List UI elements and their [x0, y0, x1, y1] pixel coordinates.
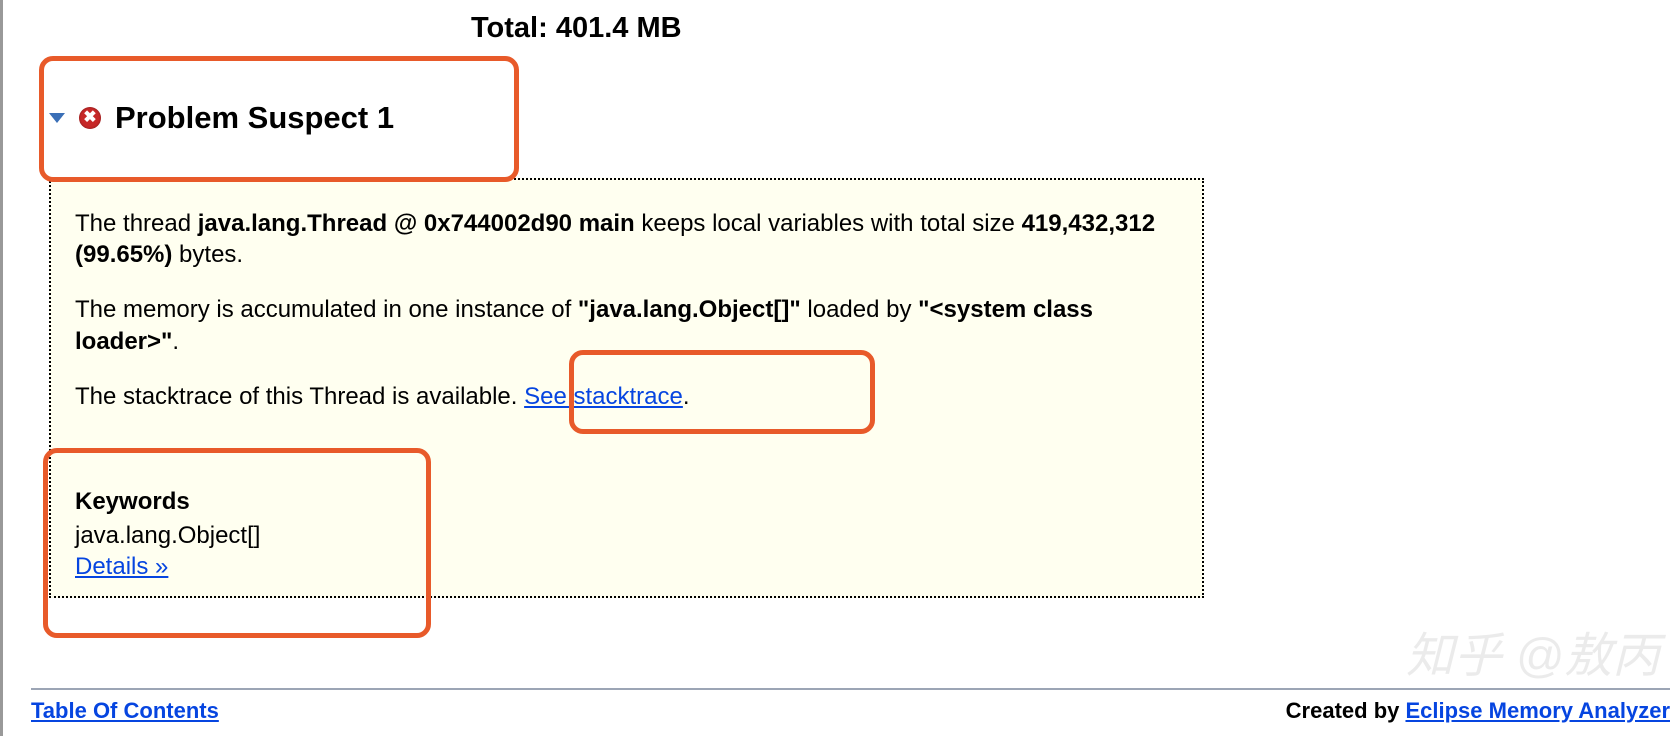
keywords-block: Keywords java.lang.Object[] Details » [75, 486, 260, 582]
problem-suspect-header[interactable]: ✖ Problem Suspect 1 [49, 100, 394, 136]
footer: Table Of Contents Created by Eclipse Mem… [31, 688, 1670, 724]
suspect-paragraph-1: The thread java.lang.Thread @ 0x744002d9… [75, 208, 1178, 270]
text: The thread [75, 210, 198, 237]
text: . [172, 328, 179, 355]
instance-class: "java.lang.Object[]" [578, 296, 801, 323]
error-icon: ✖ [79, 107, 101, 129]
chevron-down-icon [49, 113, 65, 123]
text: bytes. [172, 241, 243, 268]
text: Created by [1286, 698, 1406, 723]
suspect-paragraph-3: The stacktrace of this Thread is availab… [75, 381, 1178, 412]
thread-identifier: java.lang.Thread @ 0x744002d90 main [198, 210, 635, 237]
text: The stacktrace of this Thread is availab… [75, 383, 524, 410]
keywords-heading: Keywords [75, 486, 260, 517]
suspect-description-box: The thread java.lang.Thread @ 0x744002d9… [49, 178, 1204, 598]
watermark: 知乎 @敖丙 [1406, 616, 1660, 686]
see-stacktrace-link[interactable]: See stacktrace [524, 383, 683, 410]
text: . [683, 383, 690, 410]
text: The memory is accumulated in one instanc… [75, 296, 578, 323]
created-by-label: Created by Eclipse Memory Analyzer [1286, 698, 1670, 724]
suspect-title: Problem Suspect 1 [115, 100, 394, 136]
suspect-paragraph-2: The memory is accumulated in one instanc… [75, 294, 1178, 356]
keywords-value: java.lang.Object[] [75, 520, 260, 551]
text: loaded by [801, 296, 918, 323]
text: keeps local variables with total size [635, 210, 1022, 237]
eclipse-memory-analyzer-link[interactable]: Eclipse Memory Analyzer [1405, 698, 1670, 723]
total-label: Total: 401.4 MB [471, 12, 682, 45]
details-link[interactable]: Details » [75, 553, 168, 580]
table-of-contents-link[interactable]: Table Of Contents [31, 698, 219, 724]
